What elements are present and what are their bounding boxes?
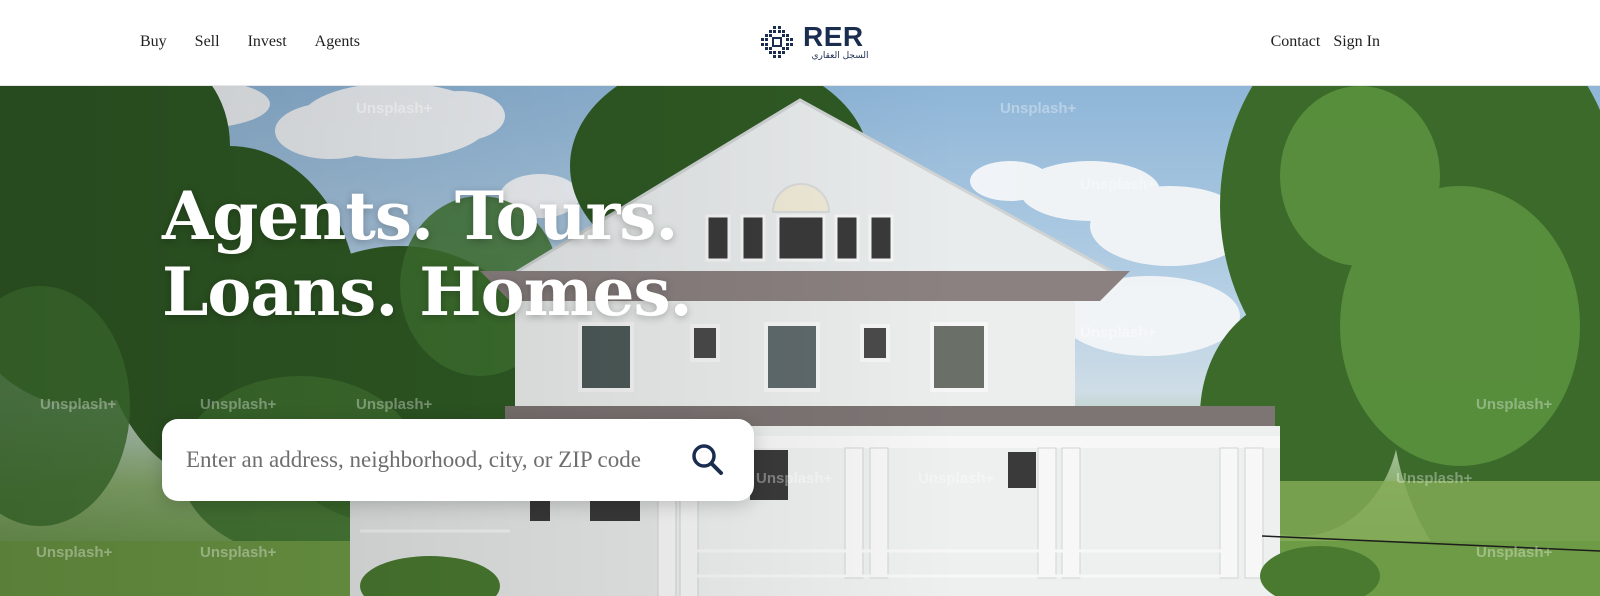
watermark-text: Unsplash+ [356, 100, 433, 117]
hero-overlay [0, 86, 1600, 596]
watermark-text: Unsplash+ [356, 396, 433, 413]
watermark-text: Unsplash+ [36, 544, 113, 561]
site-header: Buy Sell Invest Agents RER السجل العقاري… [0, 0, 1600, 86]
search-icon [692, 443, 723, 475]
watermark-text: Unsplash+ [40, 396, 117, 413]
nav-link-sell[interactable]: Sell [195, 31, 220, 53]
logo-wordmark: RER [803, 21, 864, 52]
watermark-text: Unsplash+ [200, 396, 277, 413]
watermark-text: Unsplash+ [1476, 396, 1553, 413]
watermark-text: Unsplash+ [918, 470, 995, 487]
watermark-text: Unsplash+ [1080, 324, 1157, 341]
search-button[interactable] [687, 440, 727, 480]
search-input[interactable] [186, 437, 666, 483]
logo-arabic-subtitle: السجل العقاري [811, 51, 869, 61]
watermark-text: Unsplash+ [1476, 544, 1553, 561]
site-logo[interactable]: RER السجل العقاري [757, 22, 877, 64]
search-bar [162, 419, 754, 501]
nav-link-contact[interactable]: Contact [1271, 31, 1321, 53]
watermark-text: Unsplash+ [1396, 470, 1473, 487]
nav-link-sign-in[interactable]: Sign In [1333, 31, 1380, 53]
hero-section: Unsplash+ Unsplash+ Unsplash+ Unsplash+ … [0, 86, 1600, 596]
watermark-text: Unsplash+ [200, 544, 277, 561]
hero-headline: Agents. Tours. Loans. Homes. [162, 178, 722, 330]
primary-nav: Buy Sell Invest Agents [140, 31, 360, 53]
watermark-text: Unsplash+ [1000, 100, 1077, 117]
nav-link-agents[interactable]: Agents [315, 31, 360, 53]
watermark-text: Unsplash+ [756, 470, 833, 487]
nav-link-invest[interactable]: Invest [248, 31, 287, 53]
rer-cross-logo-icon [761, 26, 793, 58]
headline-line-1: Agents. Tours. [162, 177, 678, 255]
account-nav: Contact Sign In [1271, 31, 1380, 53]
nav-link-buy[interactable]: Buy [140, 31, 167, 53]
watermark-text: Unsplash+ [1080, 176, 1157, 193]
headline-line-2: Loans. Homes. [162, 253, 693, 331]
